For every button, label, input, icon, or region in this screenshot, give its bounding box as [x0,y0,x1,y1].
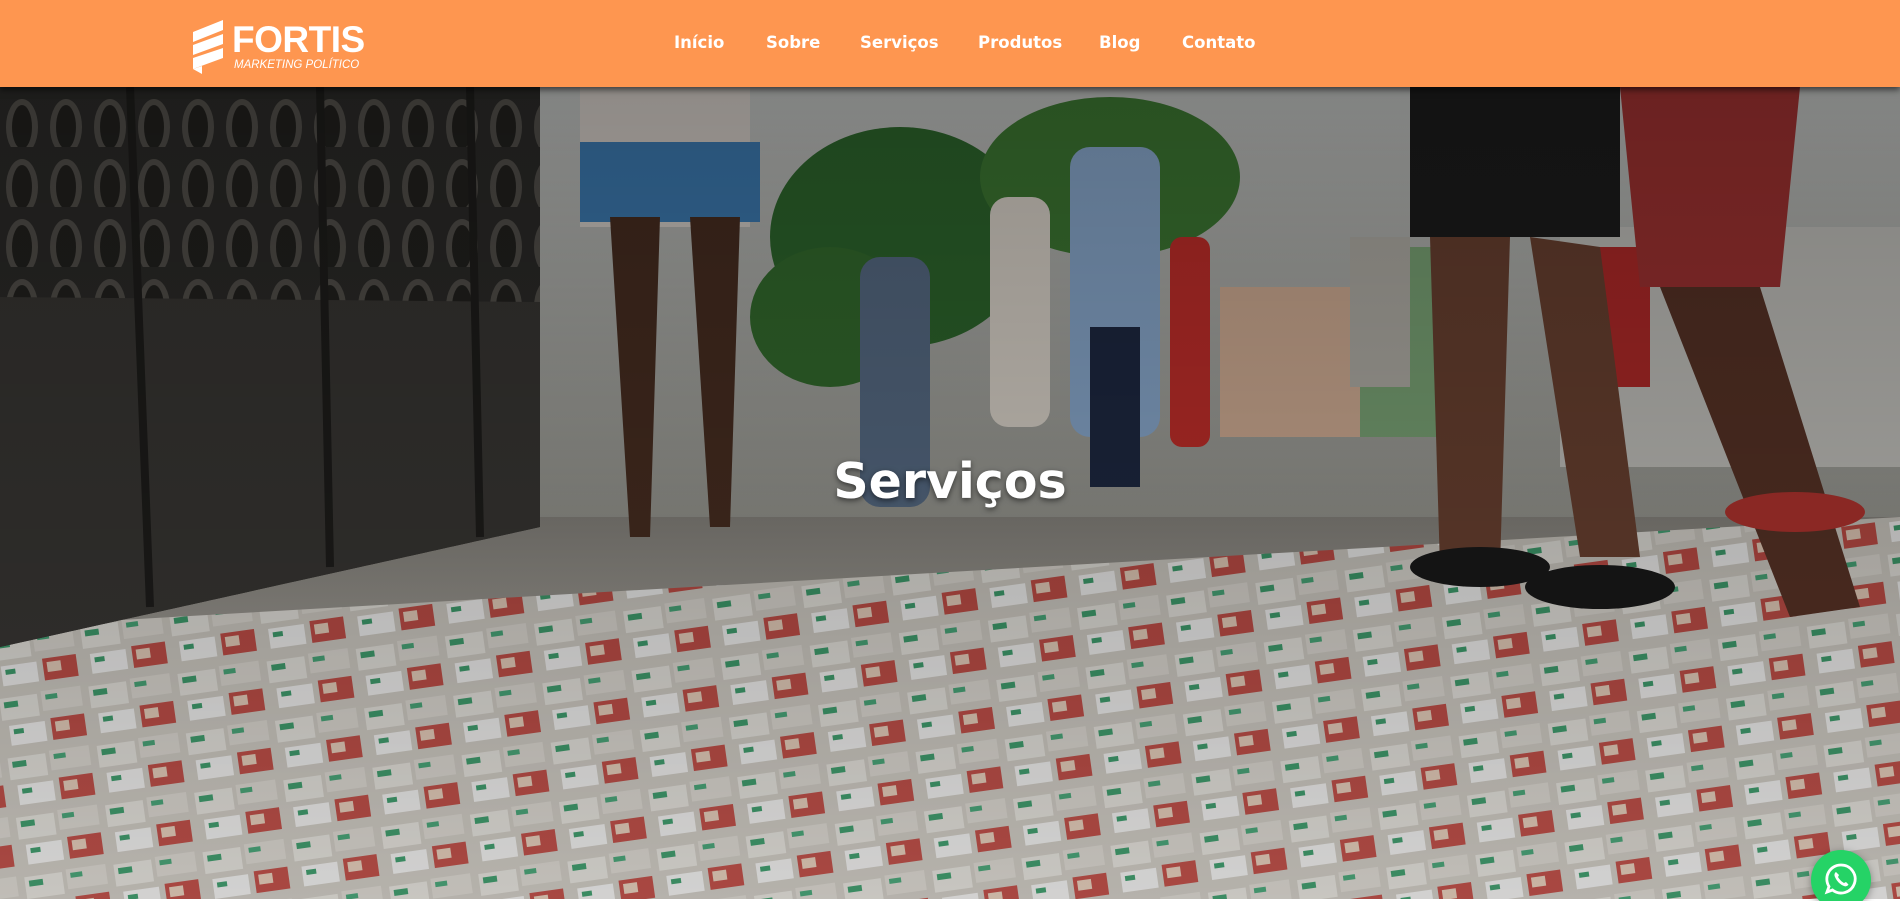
nav-item-produtos[interactable]: Produtos [978,31,1062,55]
whatsapp-icon [1824,863,1857,895]
whatsapp-button[interactable] [1811,850,1871,901]
nav-item-inicio[interactable]: Início [674,31,724,55]
site-header: FORTIS MARKETING POLÍTICO Início Sobre S… [0,0,1900,87]
page-title: Serviços [833,453,1067,510]
main-nav: Início Sobre Serviços Produtos Blog Cont… [0,31,1900,55]
nav-item-servicos[interactable]: Serviços [860,31,939,55]
nav-item-blog[interactable]: Blog [1099,31,1140,55]
nav-item-sobre[interactable]: Sobre [766,31,820,55]
nav-item-contato[interactable]: Contato [1182,31,1255,55]
brand-tagline: MARKETING POLÍTICO [234,59,360,71]
page: FORTIS MARKETING POLÍTICO Início Sobre S… [0,0,1900,901]
hero-banner: Serviços [0,87,1900,899]
